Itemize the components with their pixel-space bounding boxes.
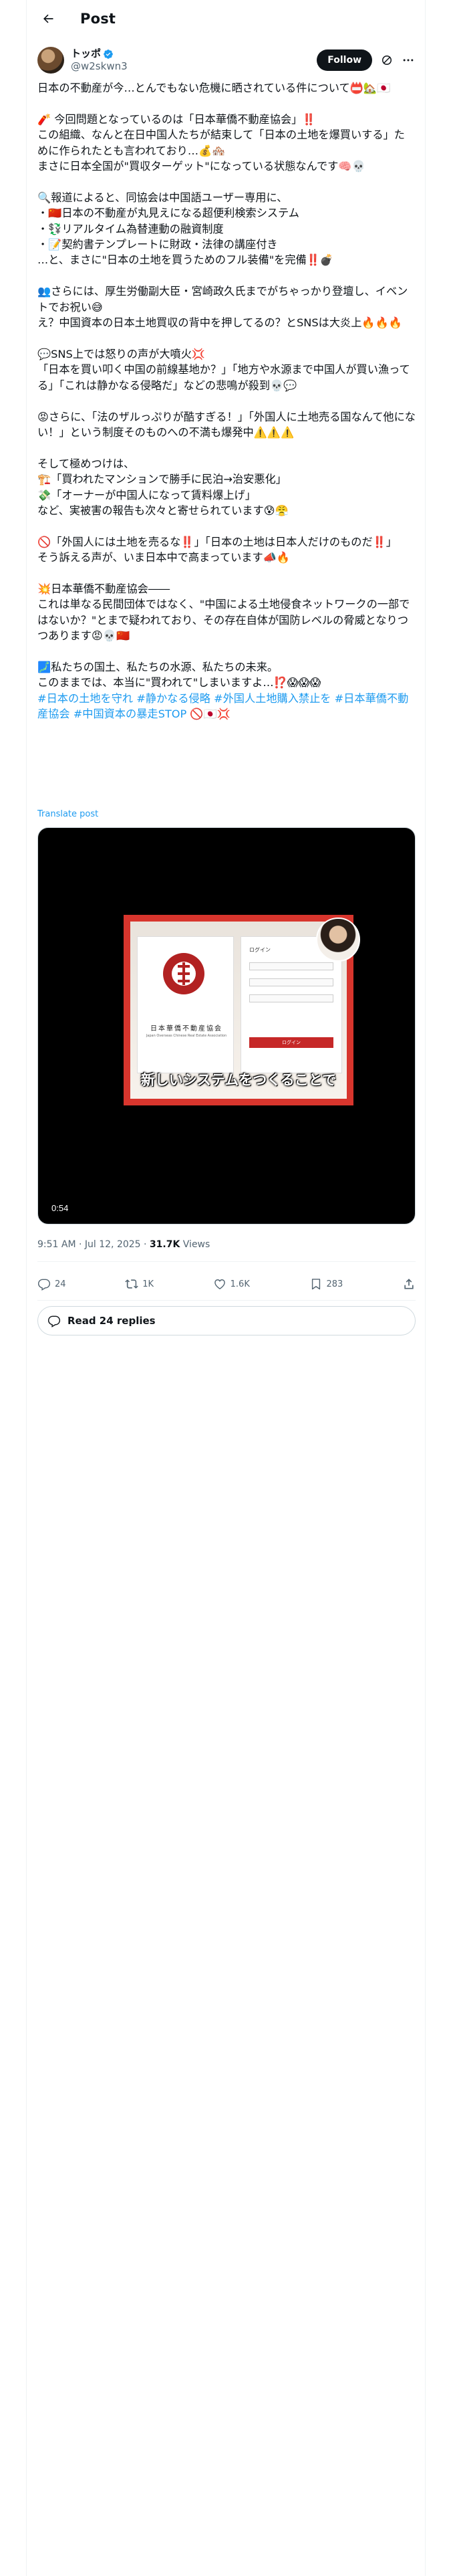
- video-duration: 0:54: [51, 1203, 69, 1213]
- page-header: Post: [27, 0, 425, 37]
- like-count: 1.6K: [230, 1279, 250, 1289]
- avatar[interactable]: [37, 47, 64, 74]
- video-player[interactable]: 日本華僑不動産協会 Japan Overseas Chinese Real Es…: [37, 827, 416, 1224]
- reply-count: 24: [55, 1279, 66, 1289]
- author-display-name: トッポ: [71, 47, 102, 60]
- page-title: Post: [80, 11, 116, 27]
- bookmark-icon: [311, 1279, 320, 1290]
- org-name-english: Japan Overseas Chinese Real Estate Assoc…: [146, 1034, 227, 1038]
- follow-button[interactable]: Follow: [317, 49, 372, 71]
- right-border: [425, 0, 426, 2576]
- org-name: 日本華僑不動産協会: [150, 1025, 222, 1033]
- reply-button[interactable]: 24: [37, 1277, 66, 1291]
- grok-icon[interactable]: [380, 53, 394, 67]
- author-name-row[interactable]: トッポ: [71, 47, 128, 60]
- heart-icon: [214, 1279, 225, 1289]
- post-meta: 9:51 AM · Jul 12, 2025 · 31.7K Views: [37, 1239, 210, 1250]
- divider: [37, 1261, 416, 1262]
- post-author: トッポ @w2skwn3 Follow: [37, 45, 415, 75]
- repost-icon: [125, 1279, 138, 1289]
- login-field: [249, 962, 333, 970]
- video-frame: 日本華僑不動産協会 Japan Overseas Chinese Real Es…: [124, 915, 360, 1105]
- login-button: ログイン: [249, 1037, 333, 1048]
- left-border: [26, 0, 27, 2576]
- org-logo-icon: [163, 953, 204, 994]
- video-subtitle: 新しいシステムをつくることで: [140, 1072, 337, 1088]
- bookmark-count: 283: [326, 1279, 343, 1289]
- post-hashtags[interactable]: #日本の土地を守れ #静かなる侵略 #外国人土地購入禁止を #日本華僑不動産協会…: [37, 692, 408, 720]
- read-replies-label: Read 24 replies: [67, 1315, 156, 1327]
- share-icon: [404, 1279, 414, 1289]
- author-handle[interactable]: @w2skwn3: [71, 60, 128, 73]
- post-body: 日本の不動産が今…とんでもない危機に晒されている件について📛🏡🇯🇵 🧨 今回問題…: [37, 80, 416, 722]
- like-button[interactable]: 1.6K: [213, 1277, 250, 1291]
- post-timestamp[interactable]: 9:51 AM · Jul 12, 2025 ·: [37, 1239, 150, 1250]
- bookmark-button[interactable]: 283: [309, 1277, 343, 1291]
- login-field: [249, 994, 333, 1002]
- back-button[interactable]: [35, 5, 61, 32]
- share-button[interactable]: [402, 1277, 416, 1291]
- read-replies-button[interactable]: Read 24 replies: [37, 1306, 416, 1335]
- views-count: 31.7K: [149, 1239, 180, 1250]
- org-logo-panel: 日本華僑不動産協会 Japan Overseas Chinese Real Es…: [137, 936, 234, 1073]
- login-title: ログイン: [249, 947, 271, 953]
- reply-icon: [47, 1315, 61, 1327]
- repost-count: 1K: [142, 1279, 154, 1289]
- login-field: [249, 978, 333, 986]
- arrow-left-icon: [43, 14, 53, 23]
- video-frame-content: 日本華僑不動産協会 Japan Overseas Chinese Real Es…: [130, 918, 360, 1099]
- reply-icon: [37, 1279, 51, 1291]
- more-options-icon[interactable]: [402, 53, 415, 67]
- repost-button[interactable]: 1K: [125, 1277, 154, 1291]
- action-bar: 24 1K 1.6K 283: [37, 1268, 416, 1300]
- divider: [37, 1300, 416, 1301]
- verified-badge-icon: [104, 49, 113, 59]
- views-label: Views: [180, 1239, 210, 1250]
- speaker-inset: [316, 918, 360, 962]
- post-text: 日本の不動産が今…とんでもない危機に晒されている件について📛🏡🇯🇵 🧨 今回問題…: [37, 82, 416, 689]
- author-info: トッポ @w2skwn3: [71, 47, 128, 73]
- translate-post-link[interactable]: Translate post: [37, 809, 98, 819]
